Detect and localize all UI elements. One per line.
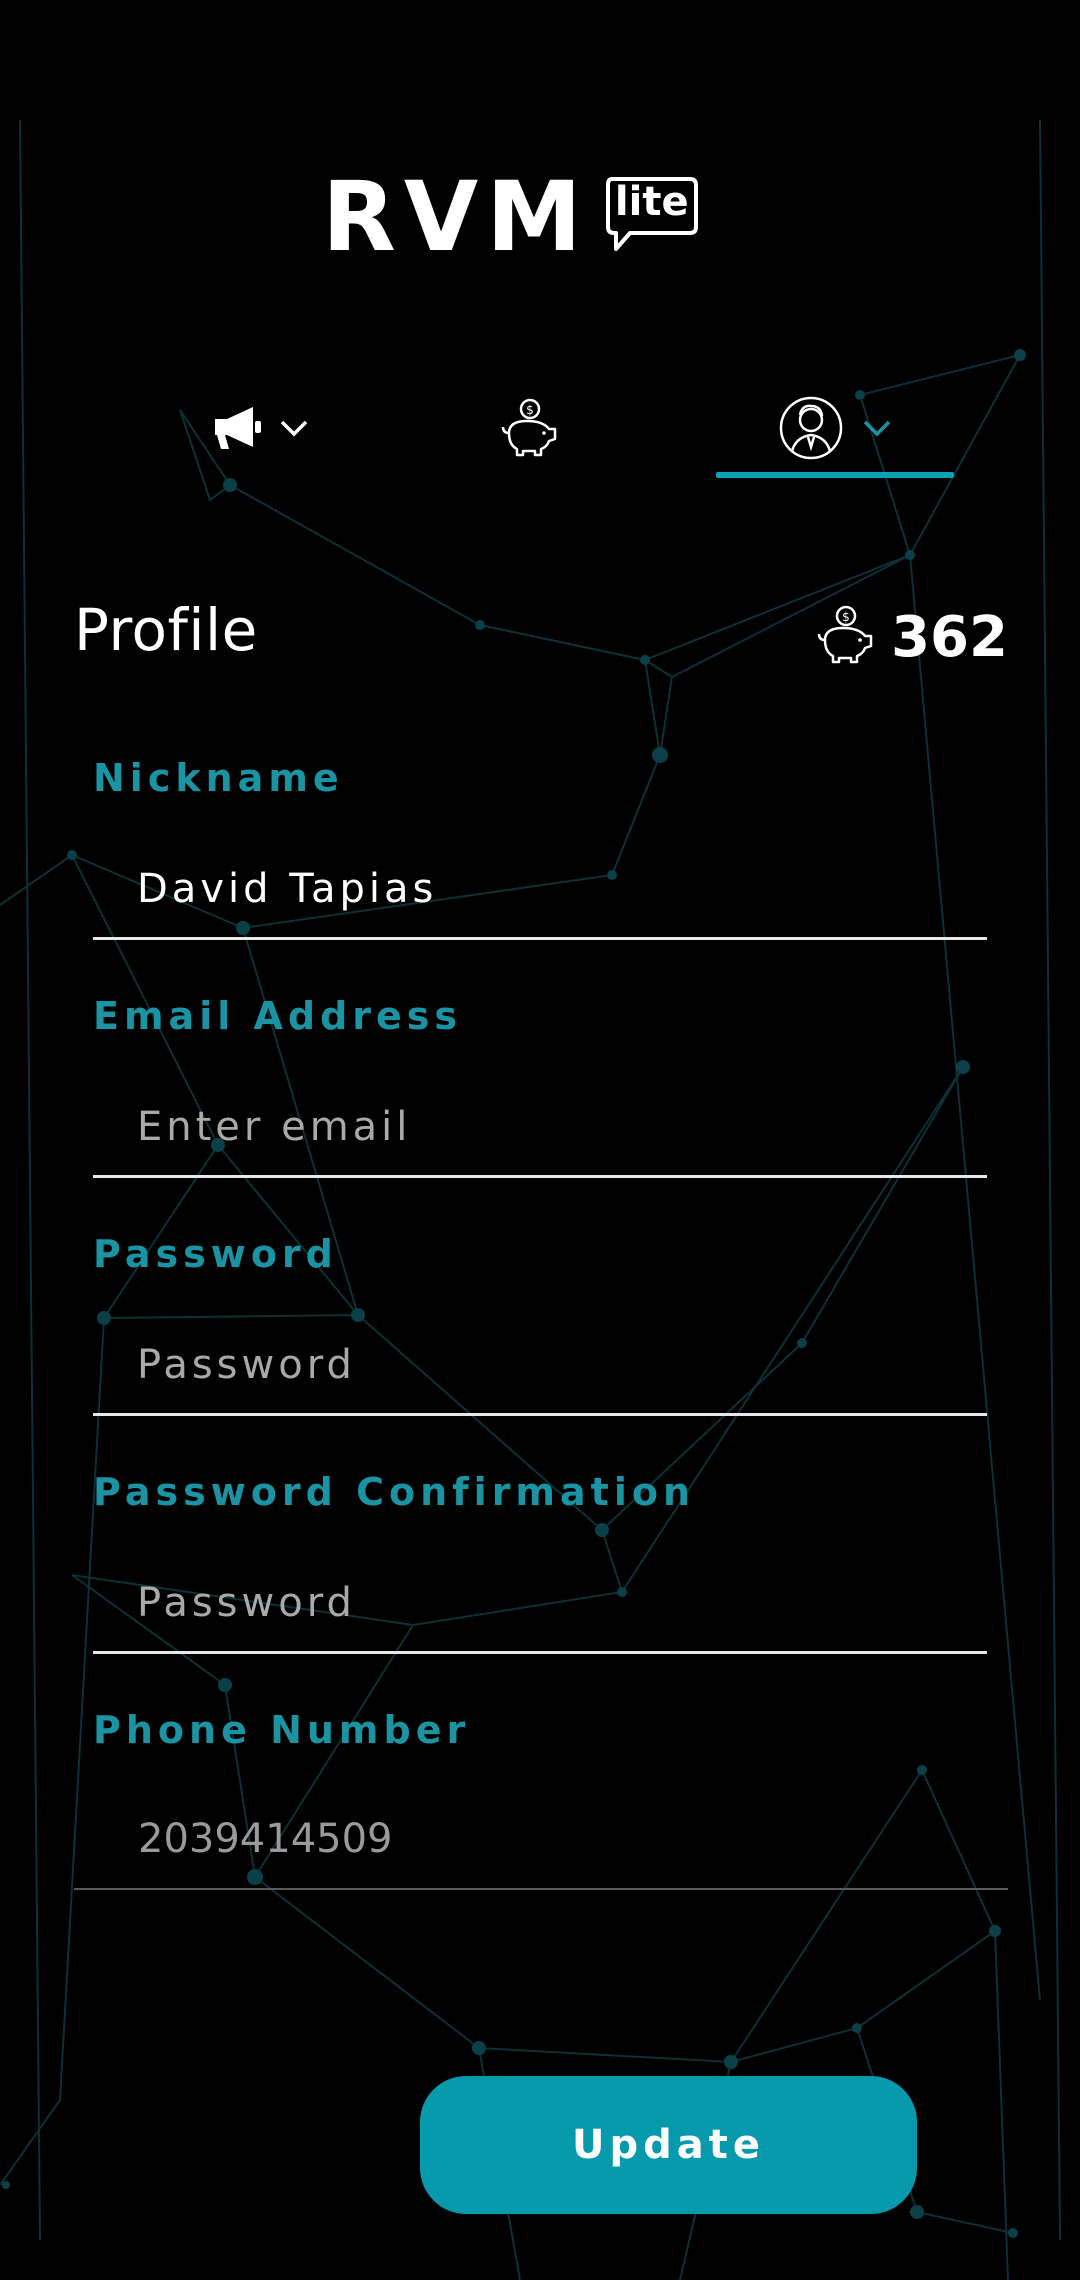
update-button[interactable]: Update <box>420 2076 917 2214</box>
svg-text:$: $ <box>842 610 850 624</box>
user-avatar-icon <box>778 395 844 465</box>
password-confirmation-input[interactable] <box>93 1554 987 1654</box>
nickname-label: Nickname <box>93 756 344 800</box>
email-input[interactable] <box>93 1078 987 1178</box>
phone-label: Phone Number <box>93 1708 471 1752</box>
email-label: Email Address <box>93 994 463 1038</box>
page-title: Profile <box>74 596 258 664</box>
logo-badge-text: lite <box>614 179 689 225</box>
active-tab-indicator <box>716 472 954 478</box>
logo-badge: lite <box>604 175 700 253</box>
password-input[interactable] <box>93 1316 987 1416</box>
nickname-input[interactable] <box>93 840 987 940</box>
tab-campaigns[interactable] <box>180 380 340 480</box>
megaphone-icon <box>211 403 269 457</box>
piggy-bank-icon: $ <box>497 397 563 463</box>
password-label: Password <box>93 1232 338 1276</box>
app-logo: RVM lite <box>322 161 762 273</box>
password-confirmation-label: Password Confirmation <box>93 1470 696 1514</box>
tab-savings[interactable]: $ <box>480 380 580 480</box>
points-balance: $ 362 <box>813 604 1008 670</box>
logo-wordmark: RVM <box>322 161 590 273</box>
phone-input[interactable] <box>74 1790 1008 1890</box>
points-value: 362 <box>891 604 1008 670</box>
piggy-bank-icon: $ <box>813 604 879 670</box>
chevron-down-icon <box>862 418 892 442</box>
chevron-down-icon <box>279 418 309 442</box>
tab-profile[interactable] <box>716 380 954 480</box>
svg-text:$: $ <box>526 403 534 417</box>
